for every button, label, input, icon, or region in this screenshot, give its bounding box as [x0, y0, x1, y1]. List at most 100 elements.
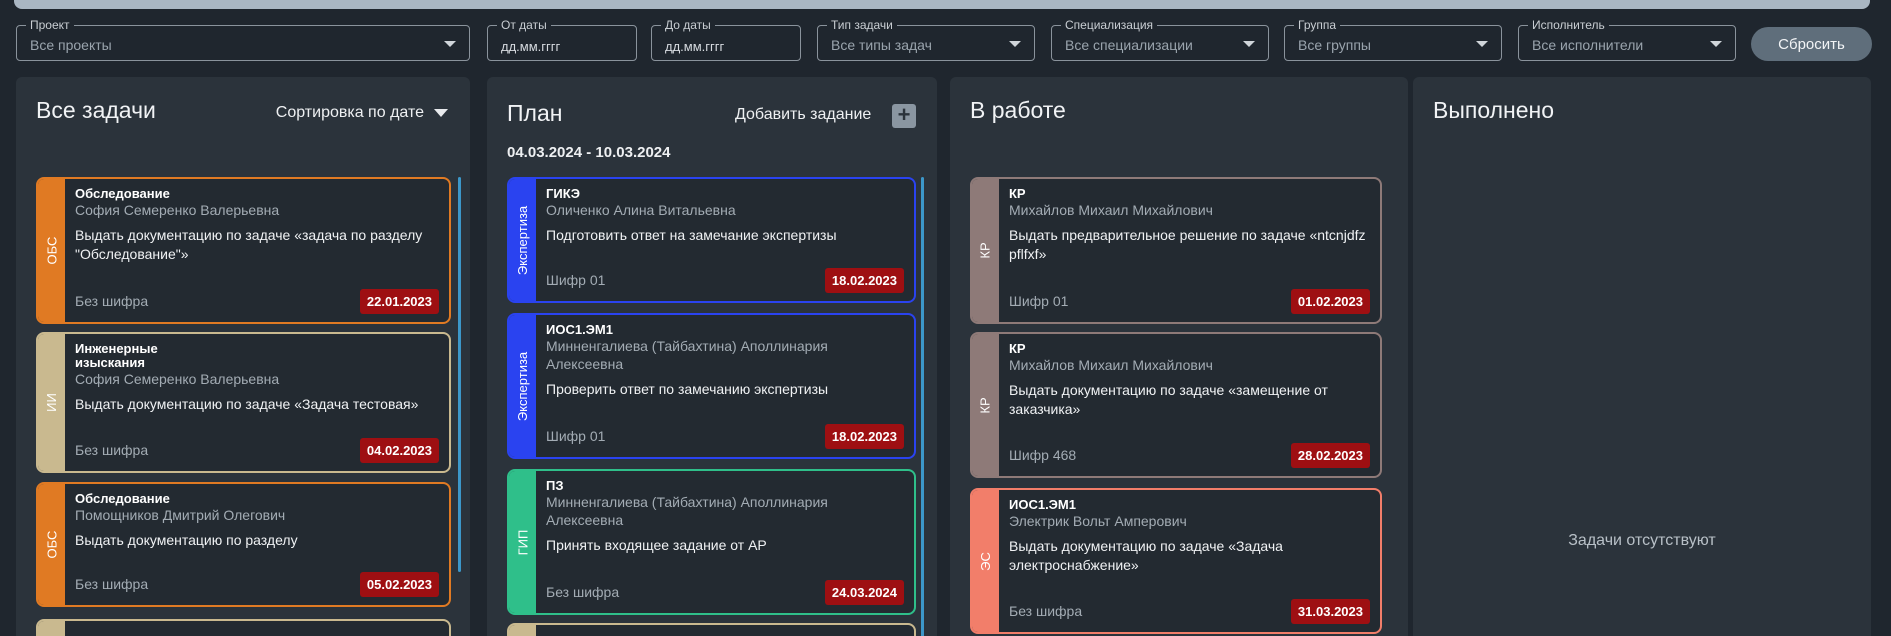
task-card[interactable]: ОБС Обследование София Семеренко Валерье…	[36, 177, 451, 324]
empty-state-message: Задачи отсутствуют	[1568, 532, 1716, 549]
card-tag: КР	[972, 334, 999, 476]
column-title: Выполнено	[1433, 97, 1555, 123]
card-person: Оличенко Алина Витальевна	[546, 202, 736, 218]
task-card[interactable]: Экспертиза ИОС1.ЭМ1 Минненгалиева (Тайба…	[507, 313, 916, 459]
task-card[interactable]: ГИП ПЗ Минненгалиева (Тайбахтина) Аполли…	[507, 469, 916, 615]
due-date-badge: 04.02.2023	[359, 438, 439, 463]
card-description: Принять входящее задание от АР	[546, 537, 767, 553]
card-person: Минненгалиева (Тайбахтина) Аполлинария А…	[546, 338, 828, 372]
card-description: Выдать документацию по задаче «замещение…	[1009, 382, 1328, 417]
project-filter[interactable]: Проект Все проекты	[16, 18, 470, 61]
date-from-label: От даты	[497, 18, 551, 32]
group-filter[interactable]: Группа Все группы	[1284, 18, 1502, 61]
date-to-value: дд.мм.гггг	[665, 39, 725, 54]
card-title: ИОС1.ЭМ1	[1009, 497, 1076, 512]
card-cipher: Шифр 01	[546, 428, 606, 444]
card-tag: Экспертиза	[509, 179, 536, 301]
task-card-partial[interactable]	[507, 623, 916, 636]
column-plan: План Добавить задание + 04.03.2024 - 10.…	[487, 77, 937, 636]
task-card[interactable]: Экспертиза ГИКЭ Оличенко Алина Витальевн…	[507, 177, 916, 303]
column-in-progress: В работе КР КР Михайлов Михаил Михайлови…	[950, 77, 1408, 636]
due-date-badge: 24.03.2024	[824, 580, 904, 605]
card-description: Выдать документацию по задаче «задача по…	[75, 227, 423, 262]
column-title: Все задачи	[36, 97, 156, 123]
chevron-down-icon	[444, 41, 456, 47]
card-cipher: Без шифра	[1009, 603, 1083, 619]
card-tag: ИИ	[38, 334, 65, 471]
card-title: КР	[1009, 341, 1026, 356]
card-title: Обследование	[75, 491, 170, 506]
task-card[interactable]: КР КР Михайлов Михаил Михайлович Выдать …	[970, 332, 1382, 478]
sort-dropdown[interactable]: Сортировка по дате	[276, 104, 448, 122]
card-description: Выдать документацию по разделу	[75, 532, 298, 548]
specialization-label: Специализация	[1061, 18, 1158, 32]
column-title: План	[507, 100, 563, 126]
card-cipher: Без шифра	[546, 584, 620, 600]
card-tag: ОБС	[38, 484, 65, 605]
chevron-down-icon	[1476, 41, 1488, 47]
specialization-filter[interactable]: Специализация Все специализации	[1051, 18, 1269, 61]
card-cipher: Без шифра	[75, 442, 149, 458]
card-description: Выдать документацию по задаче «Задача те…	[75, 396, 419, 412]
card-tag	[38, 621, 65, 636]
card-person: Михайлов Михаил Михайлович	[1009, 202, 1213, 218]
card-cipher: Без шифра	[75, 293, 149, 309]
caret-down-icon	[434, 109, 448, 117]
due-date-badge: 18.02.2023	[824, 268, 904, 293]
card-person: Минненгалиева (Тайбахтина) Аполлинария А…	[546, 494, 828, 528]
date-to-field[interactable]: До даты дд.мм.гггг	[651, 18, 801, 61]
card-person: Михайлов Михаил Михайлович	[1009, 357, 1213, 373]
scrollbar[interactable]	[458, 177, 461, 572]
task-type-filter[interactable]: Тип задачи Все типы задач	[817, 18, 1035, 61]
add-task-label[interactable]: Добавить задание	[735, 106, 871, 124]
executor-filter[interactable]: Исполнитель Все исполнители	[1518, 18, 1736, 61]
column-title: В работе	[970, 97, 1066, 123]
card-person: София Семеренко Валерьевна	[75, 371, 280, 387]
card-cipher: Шифр 01	[546, 272, 606, 288]
sort-label: Сортировка по дате	[275, 104, 424, 121]
card-tag: ОБС	[38, 179, 65, 322]
task-card[interactable]: ИИ Инженерные изыскания София Семеренко …	[36, 332, 451, 473]
task-card[interactable]: КР КР Михайлов Михаил Михайлович Выдать …	[970, 177, 1382, 324]
card-tag: ГИП	[509, 471, 536, 613]
date-from-value: дд.мм.гггг	[501, 39, 561, 54]
filter-bar: Проект Все проекты От даты дд.мм.гггг До…	[0, 18, 1891, 66]
card-tag: Экспертиза	[509, 315, 536, 457]
specialization-value: Все специализации	[1065, 37, 1193, 53]
date-to-label: До даты	[661, 18, 715, 32]
reset-button[interactable]: Сбросить	[1751, 27, 1872, 61]
card-description: Подготовить ответ на замечание экспертиз…	[546, 227, 837, 243]
card-person: Помощников Дмитрий Олегович	[75, 507, 286, 523]
task-card-partial[interactable]	[36, 619, 451, 636]
card-description: Проверить ответ по замечанию экспертизы	[546, 381, 829, 397]
card-tag: ЭС	[972, 490, 999, 632]
project-filter-value: Все проекты	[30, 37, 112, 53]
executor-value: Все исполнители	[1532, 37, 1644, 53]
card-description: Выдать документацию по задаче «Задача эл…	[1009, 538, 1283, 573]
card-title: ПЗ	[546, 478, 564, 493]
chevron-down-icon	[1243, 41, 1255, 47]
executor-label: Исполнитель	[1528, 18, 1609, 32]
column-done: Выполнено Задачи отсутствуют	[1413, 77, 1871, 636]
card-tag	[509, 625, 536, 636]
due-date-badge: 05.02.2023	[359, 572, 439, 597]
date-from-field[interactable]: От даты дд.мм.гггг	[487, 18, 637, 61]
due-date-badge: 28.02.2023	[1290, 443, 1370, 468]
card-cipher: Шифр 01	[1009, 293, 1069, 309]
task-type-label: Тип задачи	[827, 18, 897, 32]
task-card[interactable]: ОБС Обследование Помощников Дмитрий Олег…	[36, 482, 451, 607]
project-filter-label: Проект	[26, 18, 74, 32]
group-label: Группа	[1294, 18, 1341, 32]
task-type-value: Все типы задач	[831, 37, 932, 53]
add-task-button[interactable]: +	[892, 104, 916, 128]
chevron-down-icon	[1710, 41, 1722, 47]
group-value: Все группы	[1298, 37, 1371, 53]
card-cipher: Без шифра	[75, 576, 149, 592]
task-card[interactable]: ЭС ИОС1.ЭМ1 Электрик Вольт Амперович Выд…	[970, 488, 1382, 634]
scrollbar[interactable]	[921, 177, 924, 636]
card-title: КР	[1009, 186, 1026, 201]
top-bar	[14, 0, 1870, 9]
due-date-badge: 31.03.2023	[1290, 599, 1370, 624]
card-description: Выдать предварительное решение по задаче…	[1009, 227, 1366, 262]
card-person: Электрик Вольт Амперович	[1009, 513, 1187, 529]
